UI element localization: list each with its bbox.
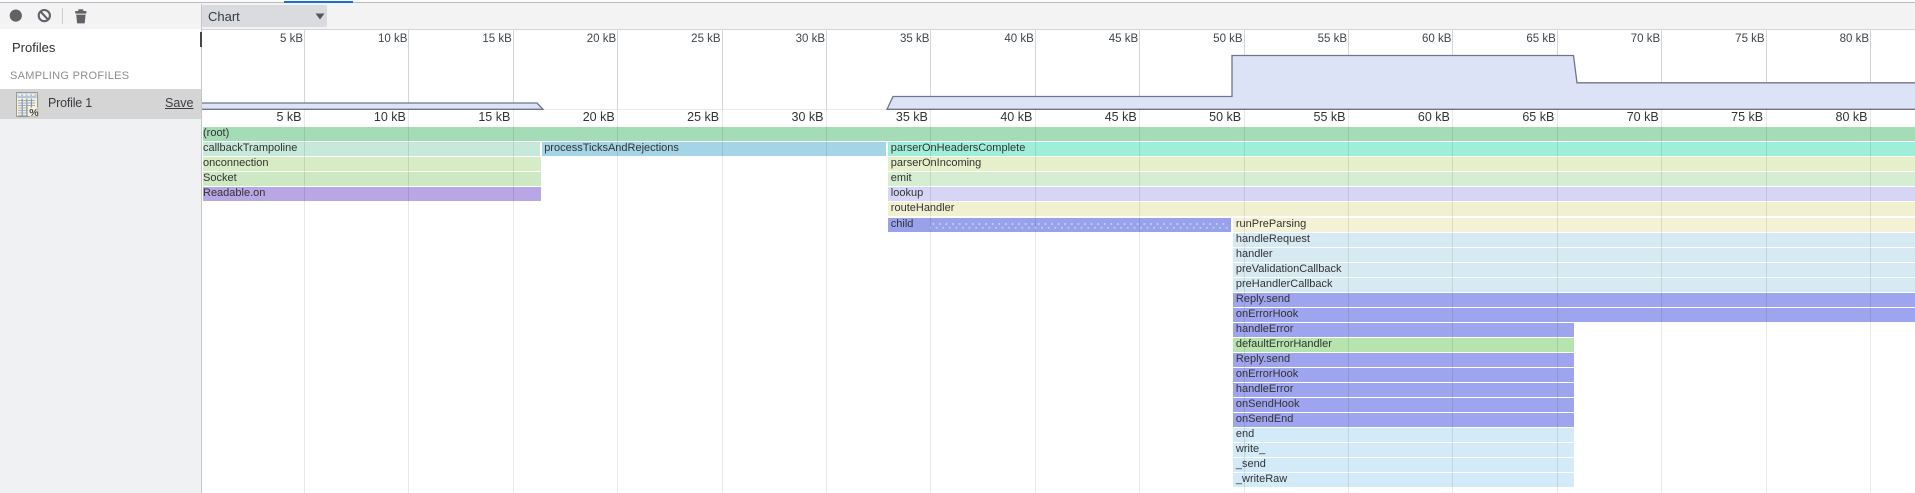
svg-text:%: % — [29, 107, 39, 119]
